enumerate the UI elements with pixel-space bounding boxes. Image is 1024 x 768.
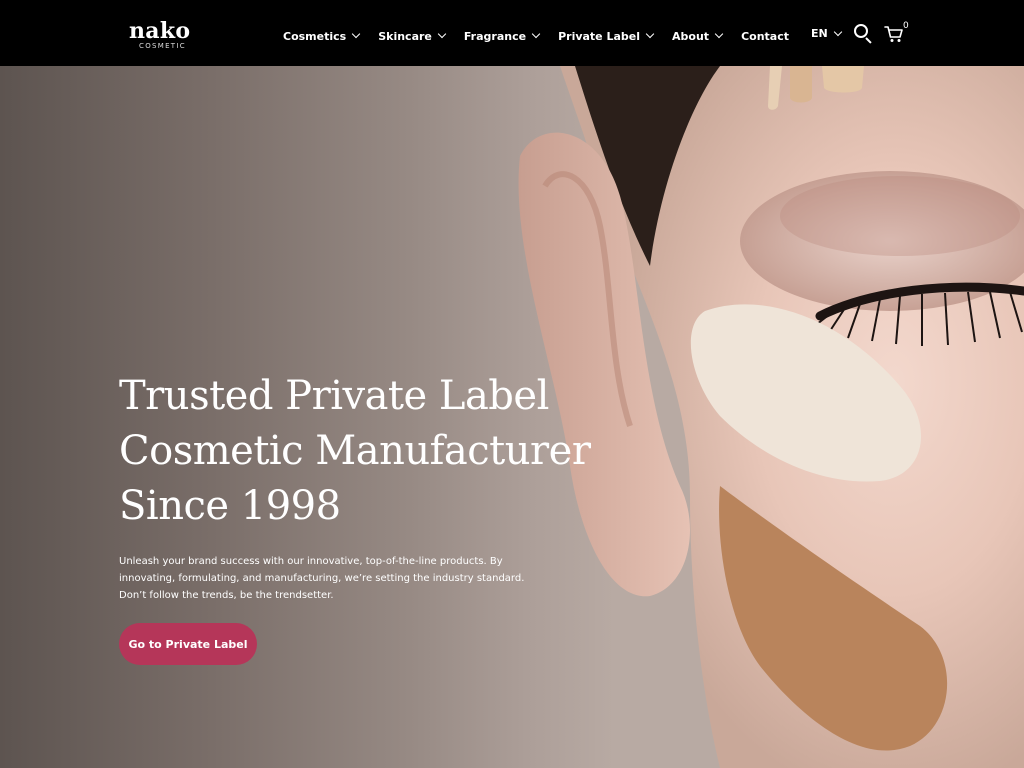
- brand-tagline: COSMETIC: [139, 42, 186, 50]
- nav-item-label: Fragrance: [463, 29, 527, 43]
- main-nav: Cosmetics Skincare Fragrance Private Lab…: [283, 26, 789, 46]
- cart-icon[interactable]: [884, 24, 904, 44]
- hero-headline: Trusted Private Label Cosmetic Manufactu…: [119, 369, 591, 534]
- nav-item-label: Cosmetics: [283, 29, 347, 43]
- nav-item-contact[interactable]: Contact: [741, 30, 789, 43]
- language-label: EN: [811, 27, 828, 40]
- nav-item-label: Contact: [741, 29, 789, 43]
- brand-logo[interactable]: nako COSMETIC: [129, 20, 190, 51]
- nav-item-skincare[interactable]: Skincare: [378, 29, 447, 43]
- chevron-down-icon: [714, 29, 724, 39]
- nav-item-label: Skincare: [378, 29, 432, 43]
- chevron-down-icon: [437, 29, 447, 39]
- nav-item-fragrance[interactable]: Fragrance: [463, 29, 541, 43]
- site-header: nako COSMETIC Cosmetics Skincare Fragran…: [0, 0, 1024, 66]
- cart-count-badge: 0: [903, 21, 909, 31]
- brand-name: nako: [129, 18, 191, 44]
- chevron-down-icon: [351, 29, 361, 39]
- headline-line: Since 1998: [119, 483, 341, 529]
- nav-item-label: Private Label: [558, 29, 641, 43]
- hero-description: Unleash your brand success with our inno…: [119, 556, 525, 601]
- chevron-down-icon: [645, 29, 655, 39]
- headline-line: Trusted Private Label: [119, 373, 549, 419]
- search-icon[interactable]: [853, 23, 873, 44]
- go-to-private-label-button[interactable]: Go to Private Label: [119, 623, 257, 665]
- nav-item-about[interactable]: About: [672, 29, 724, 43]
- nav-item-private-label[interactable]: Private Label: [558, 29, 655, 43]
- nav-item-cosmetics[interactable]: Cosmetics: [283, 29, 361, 43]
- nav-item-label: About: [672, 29, 710, 43]
- language-selector[interactable]: EN: [811, 27, 842, 40]
- chevron-down-icon: [531, 29, 541, 39]
- headline-line: Cosmetic Manufacturer: [119, 428, 591, 474]
- chevron-down-icon: [833, 27, 842, 36]
- hero-section: Trusted Private Label Cosmetic Manufactu…: [0, 66, 1024, 768]
